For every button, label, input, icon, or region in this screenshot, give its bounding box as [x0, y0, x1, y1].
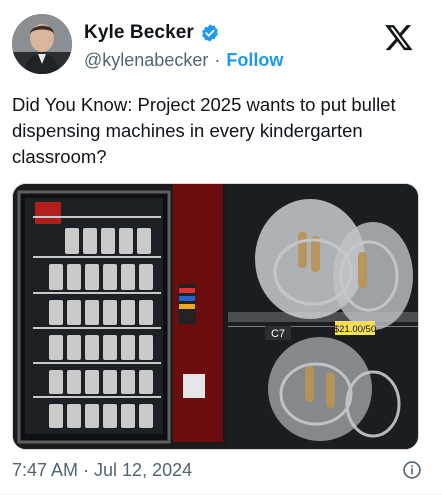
slot-label: C7: [271, 328, 285, 340]
divider: [0, 494, 442, 495]
tweet-card: Kyle Becker @kylenabecker · Follow Did Y…: [0, 0, 442, 500]
display-name[interactable]: Kyle Becker: [84, 22, 194, 44]
tweet-header: Kyle Becker @kylenabecker · Follow: [12, 14, 430, 74]
price-label: $21.00/50: [334, 324, 376, 335]
tweet-text: Did You Know: Project 2025 wants to put …: [12, 94, 396, 167]
handle-row: @kylenabecker · Follow: [84, 50, 283, 71]
tweet-timestamp[interactable]: 7:47 AM · Jul 12, 2024: [12, 460, 192, 481]
verified-badge-icon: [201, 24, 218, 42]
x-logo-icon[interactable]: [384, 22, 414, 52]
media-photo: C7 $21.00/50: [13, 184, 418, 449]
handle[interactable]: @kylenabecker: [84, 50, 208, 71]
separator-dot: ·: [214, 50, 221, 70]
name-row: Kyle Becker: [84, 22, 220, 44]
avatar[interactable]: [12, 14, 72, 74]
avatar-image: [12, 14, 72, 74]
follow-button[interactable]: Follow: [226, 50, 283, 71]
tweet-media[interactable]: C7 $21.00/50: [12, 183, 419, 450]
info-icon[interactable]: [402, 460, 422, 480]
tweet-footer: 7:47 AM · Jul 12, 2024: [12, 458, 422, 482]
